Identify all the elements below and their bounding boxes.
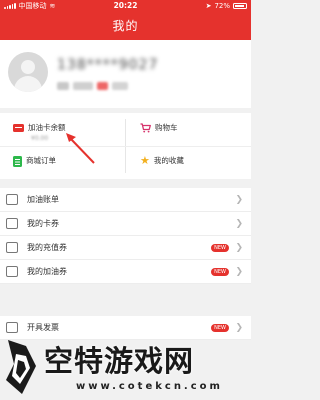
menu-row-label: 我的充值券 xyxy=(27,243,67,252)
bill-icon xyxy=(6,194,18,205)
fuel-card-balance-label: 加油卡余额 xyxy=(28,123,66,132)
fuel-card-balance-value: ¥0.00 xyxy=(31,135,49,142)
mall-orders-button[interactable]: 商城订单 xyxy=(13,156,56,167)
chevron-right-icon: ❯ xyxy=(235,267,243,277)
user-tags xyxy=(57,82,128,90)
menu-row-label: 我的加油券 xyxy=(27,267,67,276)
favorites-button[interactable]: ★ 我的收藏 xyxy=(140,154,184,167)
chevron-right-icon: ❯ xyxy=(235,195,243,205)
battery-label: 72% xyxy=(214,2,230,10)
card-icon xyxy=(13,124,24,132)
star-icon: ★ xyxy=(140,154,150,167)
watermark-logo xyxy=(6,340,36,394)
new-badge: NEW xyxy=(211,324,229,332)
chevron-right-icon: ❯ xyxy=(235,219,243,229)
menu-list: 加油账单 ❯ 我的卡券 ❯ 我的充值券 NEW ❯ 我的加油券 NEW ❯ xyxy=(0,188,251,284)
menu-row-label: 加油账单 xyxy=(27,195,59,204)
new-badge: NEW xyxy=(211,268,229,276)
favorites-label: 我的收藏 xyxy=(153,156,184,165)
menu-row-my-coupons[interactable]: 我的卡券 ❯ xyxy=(0,212,251,236)
new-badge: NEW xyxy=(211,244,229,252)
quick-actions-grid: 加油卡余额 ¥0.00 购物车 商城订单 ★ 我的收藏 xyxy=(0,113,251,179)
watermark-url: www.cotekcn.com xyxy=(76,381,223,392)
voucher-icon xyxy=(6,242,18,253)
location-icon: ➤ xyxy=(205,2,212,10)
cart-button[interactable]: 购物车 xyxy=(140,123,178,133)
coupon-icon xyxy=(6,218,18,229)
mall-orders-label: 商城订单 xyxy=(26,156,56,165)
page-title: 我的 xyxy=(112,19,139,33)
app-header: 中国移动 ≋ 20:22 ➤ 72% 我的 xyxy=(0,0,251,40)
menu-row-fuel-vouchers[interactable]: 我的加油券 NEW ❯ xyxy=(0,260,251,284)
battery-group: ➤ 72% xyxy=(206,0,247,12)
fuel-voucher-icon xyxy=(6,266,18,277)
chevron-right-icon: ❯ xyxy=(235,323,243,333)
cart-icon xyxy=(140,123,151,133)
menu-row-fuel-bill[interactable]: 加油账单 ❯ xyxy=(0,188,251,212)
watermark-title: 空特游戏网 xyxy=(44,344,195,378)
invoice-icon xyxy=(6,322,18,333)
menu-row-label: 我的卡券 xyxy=(27,219,59,228)
status-bar: 中国移动 ≋ 20:22 ➤ 72% xyxy=(0,0,251,12)
profile-card[interactable]: 138****9027 xyxy=(0,40,251,108)
menu-row-recharge-vouchers[interactable]: 我的充值券 NEW ❯ xyxy=(0,236,251,260)
fuel-card-balance-button[interactable]: 加油卡余额 ¥0.00 xyxy=(13,123,66,142)
battery-icon xyxy=(233,3,247,9)
user-phone: 138****9027 xyxy=(57,57,159,73)
order-icon xyxy=(13,156,22,167)
chevron-right-icon: ❯ xyxy=(235,243,243,253)
avatar[interactable] xyxy=(8,52,48,92)
cart-label: 购物车 xyxy=(155,123,178,132)
